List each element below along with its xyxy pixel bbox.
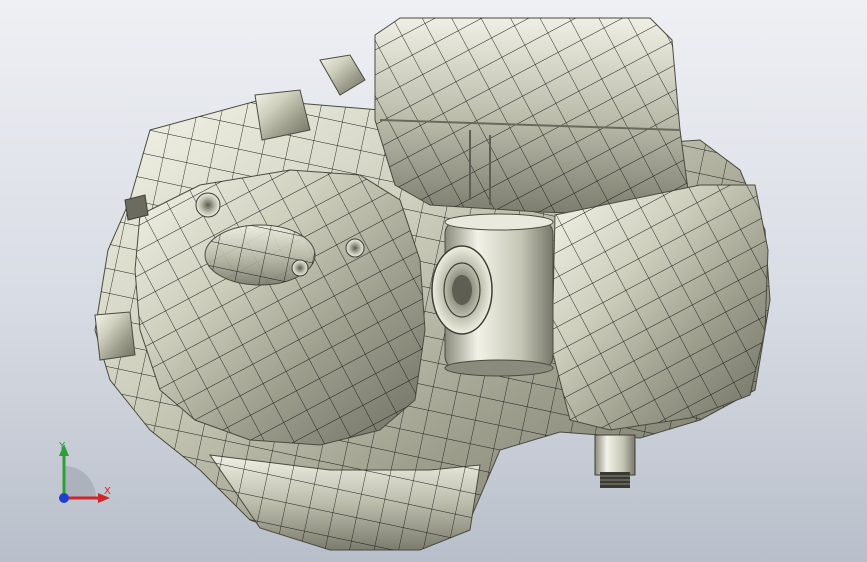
z-axis-dot-icon: [59, 493, 69, 503]
port-fitting: [431, 245, 493, 335]
right-housing: [551, 184, 769, 431]
front-cover: [134, 169, 426, 446]
x-axis-label: X: [104, 486, 111, 497]
axis-triad-graphic: [59, 444, 110, 503]
axis-triad: X Y: [40, 440, 120, 510]
y-axis-label: Y: [59, 441, 66, 452]
engine-model[interactable]: [0, 0, 867, 562]
cylinder-block: [374, 17, 691, 216]
3d-viewport[interactable]: X Y: [0, 0, 867, 562]
output-shaft: [594, 434, 636, 488]
